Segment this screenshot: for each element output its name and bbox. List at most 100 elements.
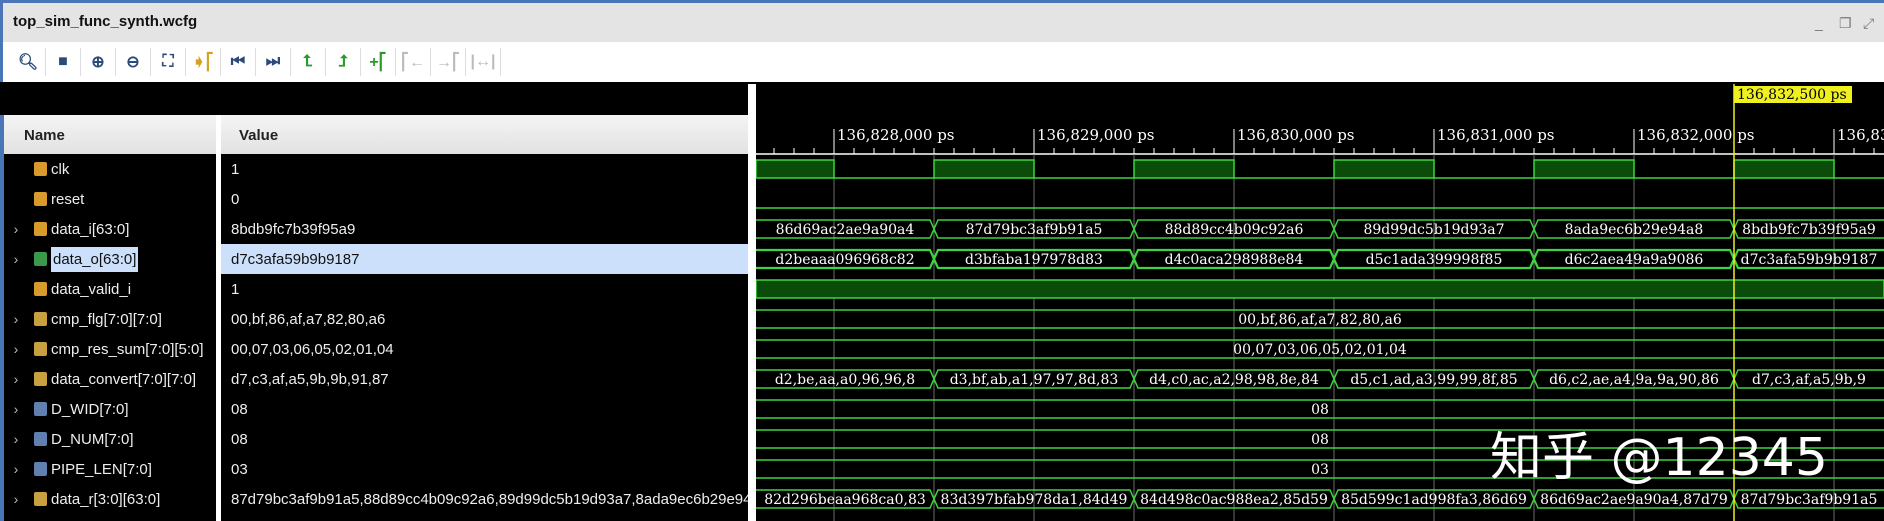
signal-bit-icon [34, 282, 47, 296]
bus-value-label: d5,c1,ad,a3,99,99,8f,85 [1350, 372, 1517, 388]
restore-button[interactable]: ❐ [1839, 15, 1852, 32]
next-marker-button[interactable]: →⎡ [431, 48, 466, 76]
bus-value-label: 03 [1311, 462, 1329, 478]
waveform-row [756, 279, 1884, 299]
expand-chevron-icon[interactable]: › [4, 341, 22, 357]
expand-chevron-icon[interactable]: › [4, 251, 22, 267]
signal-bus-icon [34, 222, 47, 236]
maximize-button[interactable]: ⤢ [1863, 15, 1874, 32]
next-transition-button[interactable]: ⮥ [326, 48, 361, 76]
bus-value-label: d3,bf,ab,a1,97,97,8d,83 [950, 372, 1119, 388]
bus-value-label: 08 [1311, 432, 1329, 448]
signal-value[interactable]: 03 [221, 454, 748, 484]
waveform-row: 86d69ac2ae9a90a4 87d79bc3af9b91a5 88d89cc4… [756, 219, 1884, 239]
signal-name: data_o[63:0] [51, 246, 139, 272]
signal-array-icon [34, 372, 47, 386]
signal-name: cmp_res_sum[7:0][5:0] [51, 340, 204, 358]
bus-value-label: d2,be,aa,a0,96,96,8 [775, 372, 915, 388]
swap-cursors-button[interactable]: |↔| [466, 48, 501, 76]
signal-value[interactable]: 8bdb9fc7b39f95a9 [221, 214, 748, 244]
signal-name-row[interactable]: › data_i[63:0] [4, 214, 216, 244]
bus-value-label: d3bfaba197978d83 [965, 252, 1103, 268]
expand-chevron-icon[interactable]: › [4, 401, 22, 417]
zoom-fit-icon: ⛶ [162, 53, 174, 70]
expand-chevron-icon[interactable]: › [4, 431, 22, 447]
bus-value-label: 08 [1311, 402, 1329, 418]
previous-marker-icon: ⎡← [401, 54, 425, 71]
signal-value[interactable]: 0 [221, 184, 748, 214]
signal-param-icon [34, 432, 47, 446]
signal-value[interactable]: 00,bf,86,af,a7,82,80,a6 [221, 304, 748, 334]
bus-value-label: 00,bf,86,af,a7,82,80,a6 [1238, 312, 1402, 328]
waveform-row: 00,07,03,06,05,02,01,04 [756, 339, 1884, 359]
add-marker-button[interactable]: +⎡ [361, 48, 396, 76]
signal-array-icon [34, 342, 47, 356]
signal-name-row[interactable]: data_valid_i [4, 274, 216, 304]
expand-chevron-icon[interactable]: › [4, 491, 22, 507]
go-to-cursor-button[interactable]: ➧⎡ [186, 48, 221, 76]
signal-name-row[interactable]: › PIPE_LEN[7:0] [4, 454, 216, 484]
bus-value-label: d4c0aca298988e84 [1165, 252, 1304, 268]
cursor-time-label: 136,832,500 ps [1737, 87, 1847, 103]
signal-bit-icon [34, 192, 47, 206]
bus-value-label: d6c2aea49a9a9086 [1565, 252, 1704, 268]
signal-name-row[interactable]: clk [4, 154, 216, 184]
bus-value-label: 82d296beaa968ca0,83 [764, 492, 926, 508]
panel-splitter[interactable] [748, 84, 756, 521]
signal-name: D_NUM[7:0] [51, 430, 134, 448]
signal-value[interactable]: d7c3afa59b9b9187 [221, 244, 748, 274]
expand-chevron-icon[interactable]: › [4, 461, 22, 477]
go-to-last-time-button[interactable]: ⏭ [256, 48, 291, 76]
signal-name-row[interactable]: › cmp_res_sum[7:0][5:0] [4, 334, 216, 364]
signal-param-icon [34, 402, 47, 416]
signal-value[interactable]: 1 [221, 274, 748, 304]
signal-name-row[interactable]: reset [4, 184, 216, 214]
signal-name-row[interactable]: › D_WID[7:0] [4, 394, 216, 424]
zoom-out-button[interactable]: ⊖ [116, 48, 151, 76]
waveform-row: 03 [756, 459, 1884, 479]
go-to-last-time-icon: ⏭ [265, 53, 281, 70]
signal-bus-out-icon [34, 252, 47, 266]
signal-name-row[interactable]: › data_o[63:0] [4, 244, 216, 274]
waveform-canvas[interactable]: 136,828,000 ps 136,829,000 ps 136,830,000 … [756, 84, 1884, 521]
signal-name-row[interactable]: › data_convert[7:0][7:0] [4, 364, 216, 394]
signal-value[interactable]: 87d79bc3af9b91a5,88d89cc4b09c92a6,89d99d… [221, 484, 748, 514]
expand-chevron-icon[interactable]: › [4, 311, 22, 327]
signal-value[interactable]: 1 [221, 154, 748, 184]
ruler-tick-label: 136,829,000 ps [1037, 126, 1155, 144]
save-button[interactable]: ■ [46, 48, 81, 76]
expand-chevron-icon[interactable]: › [4, 221, 22, 237]
ruler-tick-label: 136,828,000 ps [837, 126, 955, 144]
signal-value[interactable]: d7,c3,af,a5,9b,9b,91,87 [221, 364, 748, 394]
bus-value-label: 86d69ac2ae9a90a4 [776, 222, 915, 238]
column-header-name[interactable]: Name [4, 115, 216, 154]
clock-high-pulse [1133, 159, 1235, 179]
column-header-value[interactable]: Value [221, 115, 748, 154]
signal-value[interactable]: 00,07,03,06,05,02,01,04 [221, 334, 748, 364]
signal-name: PIPE_LEN[7:0] [51, 460, 152, 478]
signal-name-row[interactable]: › D_NUM[7:0] [4, 424, 216, 454]
go-to-time-0-button[interactable]: ⏮ [221, 48, 256, 76]
signal-value[interactable]: 08 [221, 424, 748, 454]
waveform-row: 00,bf,86,af,a7,82,80,a6 [756, 309, 1884, 329]
waveform-row: d2beaaa096968c82 d3bfaba197978d83 d4c0aca2… [756, 248, 1884, 270]
search-button[interactable]: 🔍︎ [11, 48, 46, 76]
zoom-in-button[interactable]: ⊕ [81, 48, 116, 76]
signal-name-row[interactable]: › cmp_flg[7:0][7:0] [4, 304, 216, 334]
waveform-row [756, 159, 1884, 179]
signal-name: data_convert[7:0][7:0] [51, 370, 197, 388]
previous-marker-button[interactable]: ⎡← [396, 48, 431, 76]
bus-value-label: 83d397bfab978da1,84d49 [941, 492, 1128, 508]
window-title: top_sim_func_synth.wcfg [13, 13, 198, 30]
signal-name-row[interactable]: › data_r[3:0][63:0] [4, 484, 216, 514]
signal-name: data_r[3:0][63:0] [51, 490, 161, 508]
waveform-row: 08 [756, 399, 1884, 419]
signal-name: D_WID[7:0] [51, 400, 129, 418]
signal-value[interactable]: 08 [221, 394, 748, 424]
clock-high-pulse [933, 159, 1035, 179]
expand-chevron-icon[interactable]: › [4, 371, 22, 387]
previous-transition-button[interactable]: ⮤ [291, 48, 326, 76]
minimize-button[interactable]: _ [1815, 15, 1823, 31]
zoom-fit-button[interactable]: ⛶ [151, 48, 186, 76]
clock-high-pulse [1333, 159, 1435, 179]
